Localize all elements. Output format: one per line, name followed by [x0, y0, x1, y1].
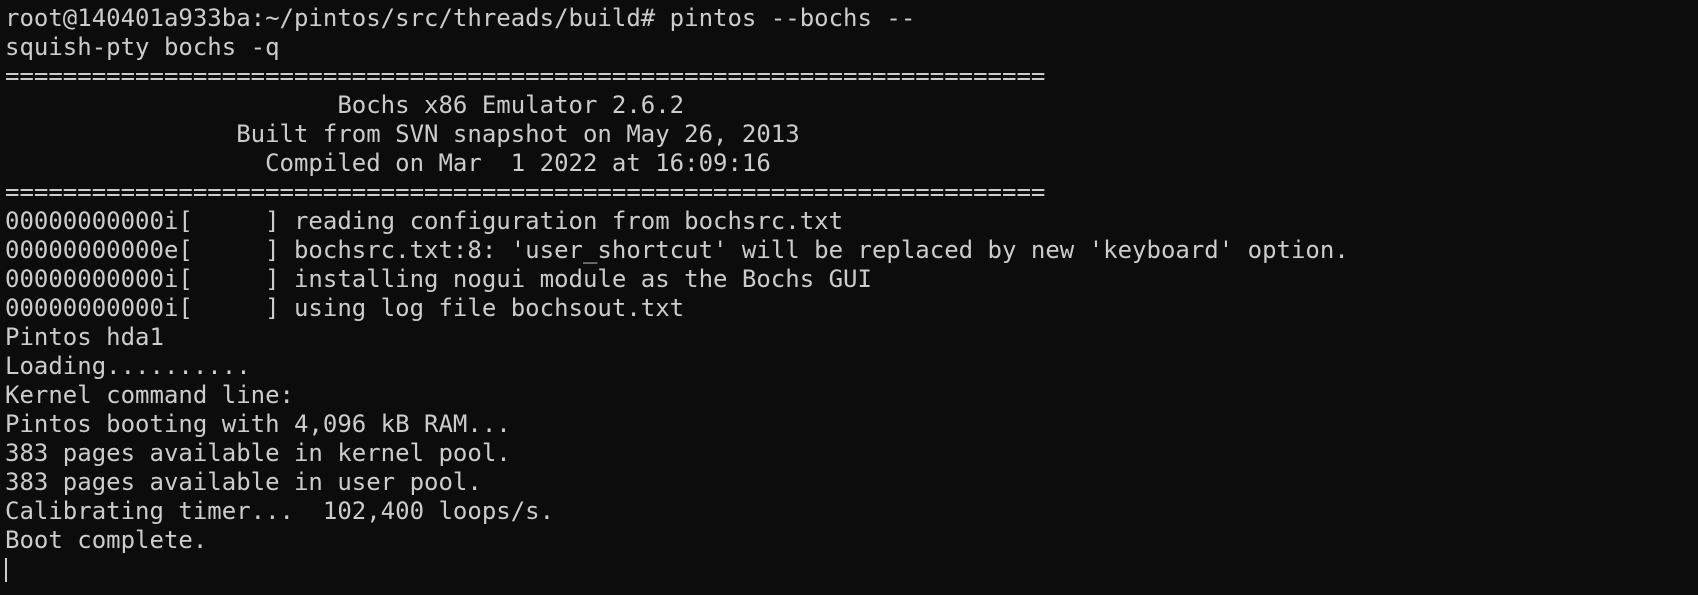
terminal-line-bochs-compiled: Compiled on Mar 1 2022 at 16:09:16 [5, 149, 771, 177]
terminal-line-output: Calibrating timer... 102,400 loops/s. [5, 497, 555, 525]
text-cursor [5, 558, 7, 582]
terminal-line-log: 00000000000i[ ] using log file bochsout.… [5, 294, 685, 322]
terminal-line-prompt-continued: squish-pty bochs -q [5, 33, 280, 61]
terminal-line-output: 383 pages available in user pool. [5, 468, 482, 496]
terminal-line-output: Kernel command line: [5, 381, 294, 409]
terminal-line-output: Boot complete. [5, 526, 208, 554]
terminal-line-log: 00000000000e[ ] bochsrc.txt:8: 'user_sho… [5, 236, 1349, 264]
terminal-line-separator: ========================================… [5, 62, 1046, 90]
terminal-line-bochs-built: Built from SVN snapshot on May 26, 2013 [5, 120, 800, 148]
terminal-line-prompt: root@140401a933ba:~/pintos/src/threads/b… [5, 4, 916, 32]
terminal-line-log: 00000000000i[ ] reading configuration fr… [5, 207, 844, 235]
terminal-line-output: Pintos booting with 4,096 kB RAM... [5, 410, 511, 438]
terminal-line-separator: ========================================… [5, 178, 1046, 206]
terminal-window[interactable]: root@140401a933ba:~/pintos/src/threads/b… [0, 0, 1698, 595]
terminal-input-line[interactable] [5, 555, 1698, 584]
terminal-line-output: Loading.......... [5, 352, 251, 380]
terminal-line-log: 00000000000i[ ] installing nogui module … [5, 265, 872, 293]
terminal-line-output: Pintos hda1 [5, 323, 164, 351]
terminal-line-output: 383 pages available in kernel pool. [5, 439, 511, 467]
terminal-line-bochs-title: Bochs x86 Emulator 2.6.2 [5, 91, 685, 119]
